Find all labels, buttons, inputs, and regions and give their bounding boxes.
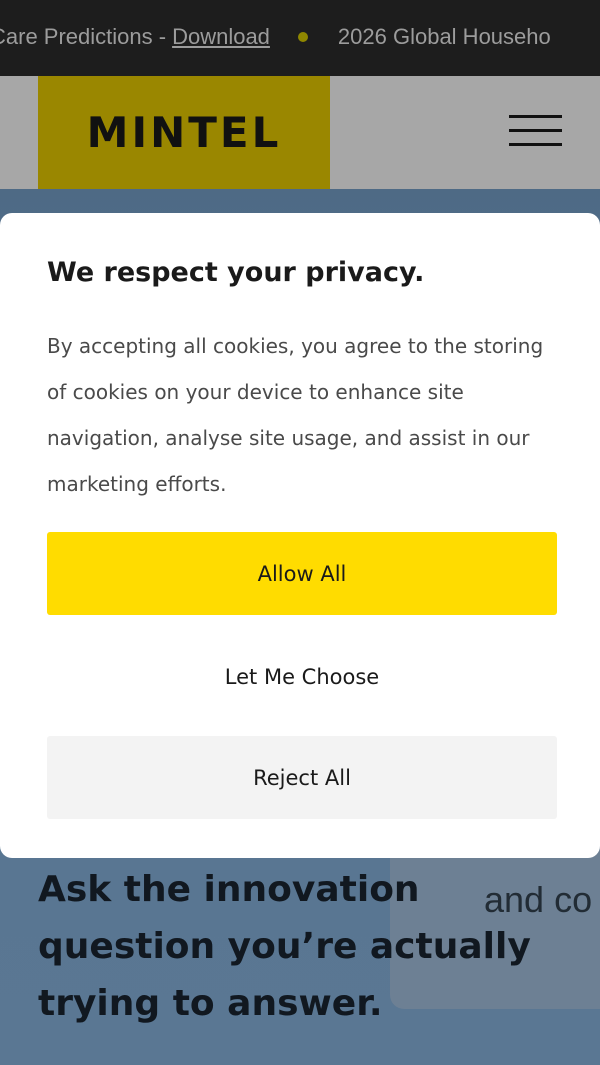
ticker-separator-dot-icon <box>297 32 308 42</box>
mintel-logo[interactable]: MINTEL <box>38 76 330 189</box>
ticker-next-text: 2026 Global Househo <box>337 24 551 49</box>
ticker-text: Care Predictions - <box>0 24 167 49</box>
allow-all-button[interactable]: Allow All <box>47 532 557 615</box>
let-me-choose-button[interactable]: Let Me Choose <box>47 635 557 719</box>
site-header: MINTEL <box>0 76 600 189</box>
hamburger-menu-icon[interactable] <box>509 115 562 149</box>
menu-line-icon <box>509 129 562 132</box>
menu-line-icon <box>509 143 562 146</box>
menu-line-icon <box>509 115 562 118</box>
cookie-consent-modal: We respect your privacy. By accepting al… <box>0 213 600 858</box>
reject-all-button[interactable]: Reject All <box>47 736 557 819</box>
modal-description: By accepting all cookies, you agree to t… <box>47 334 544 496</box>
ticker-download-link[interactable]: Download <box>172 24 270 50</box>
hero-heading: Ask the innovation question you’re actua… <box>38 869 531 1024</box>
modal-title: We respect your privacy. <box>47 257 425 288</box>
logo-text: MINTEL <box>86 108 282 157</box>
announcement-ticker: Care Predictions - Download 2026 Global … <box>0 0 600 76</box>
ticker-track: Care Predictions - Download 2026 Global … <box>0 24 551 50</box>
